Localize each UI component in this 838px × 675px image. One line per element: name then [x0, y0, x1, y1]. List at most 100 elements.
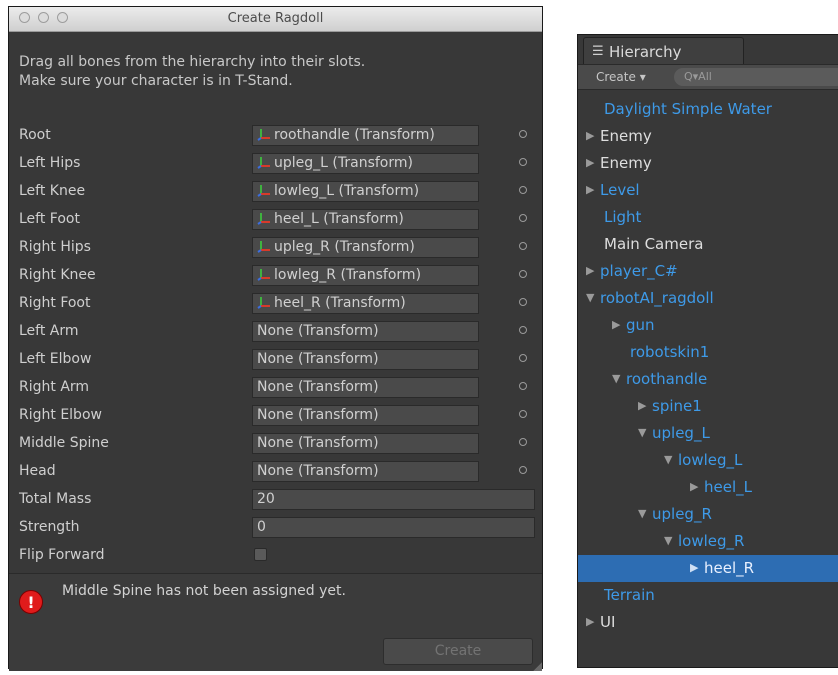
object-picker-icon[interactable] [519, 186, 527, 194]
hierarchy-item[interactable]: ▼ robotAI_ragdoll [578, 285, 838, 312]
object-picker-icon[interactable] [519, 438, 527, 446]
expanded-arrow-icon[interactable]: ▼ [638, 426, 646, 439]
object-picker-icon[interactable] [519, 214, 527, 222]
flip-forward-row: Flip Forward [9, 543, 542, 569]
bone-object-field[interactable]: None (Transform) [252, 349, 479, 370]
hierarchy-item-label: lowleg_L [678, 451, 743, 469]
hierarchy-item[interactable]: ▼ lowleg_L [578, 447, 838, 474]
create-ragdoll-window: Create Ragdoll Drag all bones from the h… [8, 6, 543, 671]
bone-object-field[interactable]: heel_L (Transform) [252, 209, 479, 230]
hierarchy-item[interactable]: ▼ upleg_R [578, 501, 838, 528]
object-picker-icon[interactable] [519, 130, 527, 138]
bone-object-field[interactable]: lowleg_L (Transform) [252, 181, 479, 202]
hierarchy-item-label: Daylight Simple Water [604, 100, 772, 118]
expanded-arrow-icon[interactable]: ▼ [664, 453, 672, 466]
hierarchy-item[interactable]: ▼ lowleg_R [578, 528, 838, 555]
object-picker-icon[interactable] [519, 298, 527, 306]
bone-row: Right Elbow None (Transform) [9, 403, 542, 429]
object-picker-icon[interactable] [519, 326, 527, 334]
collapsed-arrow-icon[interactable]: ▶ [690, 480, 698, 493]
hierarchy-item[interactable]: ▶ spine1 [578, 393, 838, 420]
object-picker-icon[interactable] [519, 410, 527, 418]
bone-row: Right Foot heel_R (Transform) [9, 291, 542, 317]
tab-hierarchy[interactable]: ☰ Hierarchy [583, 37, 744, 64]
hierarchy-item[interactable]: Daylight Simple Water [578, 96, 838, 123]
bone-object-field[interactable]: heel_R (Transform) [252, 293, 479, 314]
bone-object-field[interactable]: None (Transform) [252, 377, 479, 398]
object-picker-icon[interactable] [519, 158, 527, 166]
bone-object-field[interactable]: lowleg_R (Transform) [252, 265, 479, 286]
resize-grip-icon[interactable] [533, 662, 542, 671]
bone-object-field[interactable]: None (Transform) [252, 433, 479, 454]
hierarchy-item[interactable]: ▶ Level [578, 177, 838, 204]
hierarchy-item[interactable]: Terrain [578, 582, 838, 609]
hierarchy-item[interactable]: robotskin1 [578, 339, 838, 366]
hierarchy-item[interactable]: ▶ heel_L [578, 474, 838, 501]
expanded-arrow-icon[interactable]: ▼ [612, 372, 620, 385]
hierarchy-item[interactable]: ▶ Enemy [578, 150, 838, 177]
create-menu-button[interactable]: Create ▾ [596, 70, 646, 84]
bone-field-value: lowleg_R (Transform) [274, 267, 422, 283]
collapsed-arrow-icon[interactable]: ▶ [612, 318, 620, 331]
collapsed-arrow-icon[interactable]: ▶ [586, 183, 594, 196]
bone-field-value: None (Transform) [257, 323, 379, 339]
hierarchy-item[interactable]: Main Camera [578, 231, 838, 258]
bone-label: Left Foot [19, 211, 80, 227]
collapsed-arrow-icon[interactable]: ▶ [586, 615, 594, 628]
collapsed-arrow-icon[interactable]: ▶ [586, 156, 594, 169]
object-picker-icon[interactable] [519, 242, 527, 250]
bone-field-value: None (Transform) [257, 435, 379, 451]
bone-row: Head None (Transform) [9, 459, 542, 485]
bone-row: Middle Spine None (Transform) [9, 431, 542, 457]
hierarchy-toolbar: Create ▾ Q▾All [578, 64, 838, 90]
transform-icon [257, 241, 270, 253]
collapsed-arrow-icon[interactable]: ▶ [638, 399, 646, 412]
hierarchy-panel: ☰ Hierarchy Create ▾ Q▾All Daylight Simp… [577, 34, 838, 668]
create-button[interactable]: Create [383, 638, 533, 665]
flip-forward-checkbox[interactable] [254, 548, 267, 561]
bone-object-field[interactable]: upleg_R (Transform) [252, 237, 479, 258]
expanded-arrow-icon[interactable]: ▼ [638, 507, 646, 520]
total-mass-label: Total Mass [19, 491, 92, 507]
bone-object-field[interactable]: None (Transform) [252, 461, 479, 482]
search-input[interactable]: Q▾All [674, 68, 838, 86]
object-picker-icon[interactable] [519, 466, 527, 474]
list-icon: ☰ [592, 44, 604, 59]
collapsed-arrow-icon[interactable]: ▶ [690, 561, 698, 574]
bone-label: Left Elbow [19, 351, 92, 367]
hierarchy-item-label: gun [626, 316, 655, 334]
bone-object-field[interactable]: None (Transform) [252, 321, 479, 342]
hierarchy-item[interactable]: ▼ roothandle [578, 366, 838, 393]
hierarchy-item[interactable]: ▶ player_C# [578, 258, 838, 285]
collapsed-arrow-icon[interactable]: ▶ [586, 129, 594, 142]
hierarchy-item-label: robotskin1 [630, 343, 710, 361]
expanded-arrow-icon[interactable]: ▼ [664, 534, 672, 547]
hierarchy-item[interactable]: ▶ UI [578, 609, 838, 636]
object-picker-icon[interactable] [519, 354, 527, 362]
bone-row: Root roothandle (Transform) [9, 123, 542, 149]
window-titlebar[interactable]: Create Ragdoll [9, 7, 542, 32]
hierarchy-item-label: Light [604, 208, 642, 226]
bone-row: Right Arm None (Transform) [9, 375, 542, 401]
strength-input[interactable]: 0 [252, 517, 535, 538]
hierarchy-item[interactable]: ▼ upleg_L [578, 420, 838, 447]
hierarchy-item-label: Level [600, 181, 640, 199]
flip-forward-label: Flip Forward [19, 547, 105, 563]
bone-object-field[interactable]: None (Transform) [252, 405, 479, 426]
hierarchy-item[interactable]: ▶ gun [578, 312, 838, 339]
bone-object-field[interactable]: upleg_L (Transform) [252, 153, 479, 174]
bone-object-field[interactable]: roothandle (Transform) [252, 125, 479, 146]
collapsed-arrow-icon[interactable]: ▶ [586, 264, 594, 277]
hierarchy-item-label: roothandle [626, 370, 708, 388]
object-picker-icon[interactable] [519, 270, 527, 278]
expanded-arrow-icon[interactable]: ▼ [586, 291, 594, 304]
object-picker-icon[interactable] [519, 382, 527, 390]
warning-box: ! Middle Spine has not been assigned yet… [9, 573, 542, 671]
bone-row: Left Arm None (Transform) [9, 319, 542, 345]
hierarchy-item[interactable]: ▶ heel_R [578, 555, 838, 582]
total-mass-input[interactable]: 20 [252, 489, 535, 510]
hierarchy-item-label: Main Camera [604, 235, 704, 253]
hierarchy-item-label: Enemy [600, 154, 652, 172]
hierarchy-item[interactable]: ▶ Enemy [578, 123, 838, 150]
hierarchy-item[interactable]: Light [578, 204, 838, 231]
